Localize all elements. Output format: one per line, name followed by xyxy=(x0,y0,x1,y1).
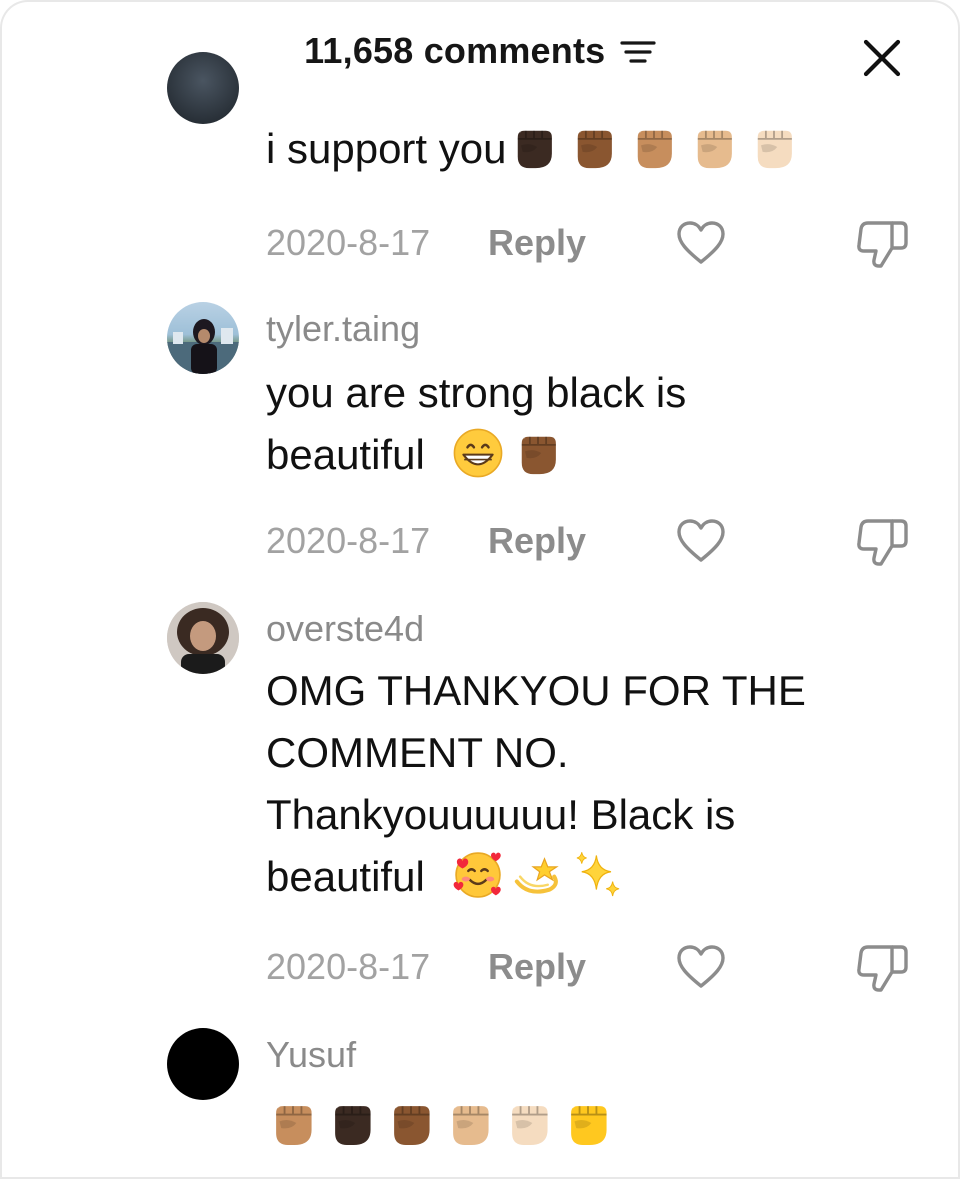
comment-text-line: COMMENT NO. xyxy=(266,729,569,776)
dislike-icon[interactable] xyxy=(856,516,910,568)
close-icon[interactable] xyxy=(858,34,906,82)
raised-fist-medium-skin-emoji xyxy=(266,1096,320,1150)
heart-icon[interactable] xyxy=(676,518,726,564)
comment-text-line-with-emoji: beautiful xyxy=(266,846,906,908)
raised-fist-light-skin-emoji xyxy=(748,121,800,173)
comment-meta: 2020-8-17 Reply xyxy=(266,942,926,1002)
comment-date: 2020-8-17 xyxy=(266,222,431,263)
comment-meta: 2020-8-17 Reply xyxy=(266,516,926,576)
heart-icon[interactable] xyxy=(676,944,726,990)
comment-date: 2020-8-17 xyxy=(266,520,431,561)
comment-text-line: OMG THANKYOU FOR THE xyxy=(266,667,806,714)
comment-text-line-with-emoji: beautiful xyxy=(266,424,906,486)
sort-icon[interactable] xyxy=(620,39,656,72)
raised-fist-medium-skin-emoji xyxy=(628,121,680,173)
raised-fist-medium-light-skin-emoji xyxy=(443,1096,497,1150)
raised-fist-medium-dark-skin-emoji xyxy=(384,1096,438,1150)
avatar-photo xyxy=(167,602,239,674)
comments-sheet: 11,658 comments i support you 2020-8-17 … xyxy=(0,0,960,1179)
dizzy-emoji xyxy=(515,857,560,894)
sparkles-emoji xyxy=(577,852,620,897)
raised-fist-dark-skin-emoji xyxy=(325,1096,379,1150)
comment-text: i support you xyxy=(266,118,906,180)
reply-button[interactable]: Reply xyxy=(488,942,586,992)
header-title-group: 11,658 comments xyxy=(0,30,960,72)
comment-text-line: you are strong black is xyxy=(266,369,687,416)
grinning-face-emoji xyxy=(454,428,503,478)
comments-header: 11,658 comments xyxy=(0,0,960,104)
comment-username[interactable]: overste4d xyxy=(266,608,424,650)
comment-text: OMG THANKYOU FOR THE COMMENT NO. Thankyo… xyxy=(266,660,906,908)
raised-fist-light-skin-emoji xyxy=(502,1096,556,1150)
avatar[interactable] xyxy=(167,1028,239,1100)
heart-icon[interactable] xyxy=(676,220,726,266)
comment-username[interactable]: Yusuf xyxy=(266,1034,356,1076)
comment-meta: 2020-8-17 Reply xyxy=(266,218,926,278)
comment-username[interactable]: tyler.taing xyxy=(266,308,420,350)
avatar[interactable] xyxy=(167,52,239,124)
raised-fist-medium-dark-skin-emoji xyxy=(568,121,620,173)
comment-date: 2020-8-17 xyxy=(266,946,431,987)
comment-emoji-row xyxy=(266,1096,620,1160)
avatar-photo xyxy=(167,319,239,374)
comment-text-content: i support you xyxy=(266,125,507,172)
avatar[interactable] xyxy=(167,302,239,374)
dislike-icon[interactable] xyxy=(856,942,910,994)
comment-count-title: 11,658 comments xyxy=(304,30,606,71)
reply-button[interactable]: Reply xyxy=(488,516,586,566)
comment-text-line: Thankyouuuuuu! Black is xyxy=(266,791,736,838)
dislike-icon[interactable] xyxy=(856,218,910,270)
smiling-face-with-hearts-emoji xyxy=(454,852,502,898)
comment-text-line: beautiful xyxy=(266,853,425,900)
avatar[interactable] xyxy=(167,602,239,674)
reply-button[interactable]: Reply xyxy=(488,218,586,268)
raised-fist-medium-light-skin-emoji xyxy=(688,121,740,173)
raised-fist-medium-dark-skin-emoji xyxy=(512,427,564,479)
raised-fist-yellow-emoji xyxy=(561,1096,615,1150)
comment-text-line: beautiful xyxy=(266,431,425,478)
raised-fist-dark-skin-emoji xyxy=(508,121,560,173)
comment-text: you are strong black is beautiful xyxy=(266,362,906,486)
